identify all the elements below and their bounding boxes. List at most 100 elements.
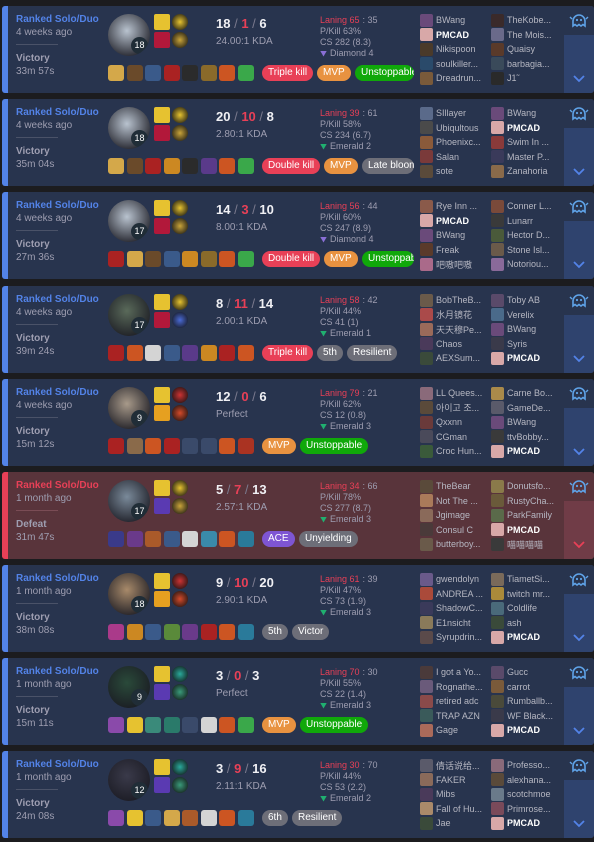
chevron-down-icon[interactable] bbox=[573, 168, 585, 176]
participant[interactable]: scotchmoe bbox=[491, 787, 561, 801]
item-slot[interactable] bbox=[200, 65, 217, 81]
item-slot[interactable] bbox=[126, 810, 143, 826]
participant[interactable]: barbagia... bbox=[491, 57, 561, 71]
participant[interactable]: Freak bbox=[420, 243, 490, 257]
summoner-spell-icon[interactable] bbox=[154, 387, 170, 403]
participant[interactable]: Croc Hun... bbox=[420, 444, 490, 458]
ghost-tag-icon[interactable] bbox=[569, 105, 589, 123]
summoner-spell-icon[interactable] bbox=[154, 759, 170, 775]
item-slot[interactable] bbox=[182, 438, 198, 454]
chevron-down-icon[interactable] bbox=[573, 75, 585, 83]
item-slot[interactable] bbox=[108, 624, 124, 640]
item-slot[interactable] bbox=[163, 717, 180, 733]
item-slot[interactable] bbox=[126, 438, 143, 454]
ghost-tag-icon[interactable] bbox=[569, 292, 589, 310]
summoner-spell-icon[interactable] bbox=[154, 14, 170, 30]
participant[interactable]: Jae bbox=[420, 816, 490, 830]
item-slot[interactable] bbox=[182, 717, 198, 733]
participant[interactable]: ParkFamily bbox=[491, 508, 561, 522]
champion-portrait[interactable]: 9 bbox=[108, 387, 150, 429]
participant[interactable]: soulkiller... bbox=[420, 57, 490, 71]
summoner-spell-icon[interactable] bbox=[154, 480, 170, 496]
item-slot[interactable] bbox=[237, 717, 254, 733]
participant[interactable]: BWang bbox=[491, 415, 561, 429]
rune-icon[interactable] bbox=[172, 666, 188, 682]
participant[interactable]: PMCAD bbox=[491, 444, 561, 458]
chevron-down-icon[interactable] bbox=[573, 634, 585, 642]
item-slot[interactable] bbox=[108, 717, 124, 733]
item-slot[interactable] bbox=[108, 158, 124, 174]
participant[interactable]: Donutsfo... bbox=[491, 479, 561, 493]
item-slot[interactable] bbox=[145, 345, 161, 361]
participant[interactable]: alexhana... bbox=[491, 773, 561, 787]
participant[interactable]: 天天穆Pe... bbox=[420, 322, 490, 336]
item-slot[interactable] bbox=[145, 810, 161, 826]
item-slot[interactable] bbox=[126, 158, 143, 174]
item-slot[interactable] bbox=[182, 345, 198, 361]
participant[interactable]: E1nsicht bbox=[420, 616, 490, 630]
item-slot[interactable] bbox=[237, 345, 254, 361]
participant[interactable]: Ubiqultous bbox=[420, 121, 490, 135]
participant[interactable]: TRAP AZN bbox=[420, 709, 490, 723]
item-slot[interactable] bbox=[182, 251, 198, 267]
item-slot[interactable] bbox=[126, 531, 143, 547]
item-slot[interactable] bbox=[219, 624, 235, 640]
match-card[interactable]: Ranked Solo/Duo 4 weeks ago Victory 39m 24s… bbox=[2, 286, 594, 373]
participant[interactable]: PMCAD bbox=[491, 523, 561, 537]
rune-icon[interactable] bbox=[172, 387, 188, 403]
champion-portrait[interactable]: 9 bbox=[108, 666, 150, 708]
participant[interactable]: Quaisy bbox=[491, 42, 561, 56]
item-slot[interactable] bbox=[219, 531, 235, 547]
expand-panel[interactable] bbox=[564, 658, 594, 745]
participant[interactable]: The Mois... bbox=[491, 28, 561, 42]
item-slot[interactable] bbox=[182, 624, 198, 640]
summoner-spell-icon[interactable] bbox=[154, 777, 170, 793]
summoner-spell-icon[interactable] bbox=[154, 218, 170, 234]
item-slot[interactable] bbox=[163, 251, 180, 267]
item-slot[interactable] bbox=[108, 65, 124, 81]
participant[interactable]: RustyCha... bbox=[491, 494, 561, 508]
champion-portrait[interactable]: 18 bbox=[108, 14, 150, 56]
chevron-down-icon[interactable] bbox=[573, 261, 585, 269]
item-slot[interactable] bbox=[126, 717, 143, 733]
item-slot[interactable] bbox=[163, 438, 180, 454]
participant[interactable]: Fall of Hu... bbox=[420, 802, 490, 816]
participant[interactable]: SIllayer bbox=[420, 106, 490, 120]
participant[interactable]: BWang bbox=[420, 13, 490, 27]
expand-panel[interactable] bbox=[564, 6, 594, 93]
participant[interactable]: Rognathe... bbox=[420, 680, 490, 694]
participant[interactable]: Nikispoon bbox=[420, 42, 490, 56]
participant[interactable]: Carne Bo... bbox=[491, 386, 561, 400]
item-slot[interactable] bbox=[163, 158, 180, 174]
participant[interactable]: FAKER bbox=[420, 773, 490, 787]
expand-panel[interactable] bbox=[564, 379, 594, 466]
rune-icon[interactable] bbox=[172, 759, 188, 775]
summoner-spell-icon[interactable] bbox=[154, 32, 170, 48]
item-slot[interactable] bbox=[108, 438, 124, 454]
participant[interactable]: twitch mr... bbox=[491, 587, 561, 601]
participant[interactable]: 水月镜花 bbox=[420, 308, 490, 322]
participant[interactable]: Rye Inn ... bbox=[420, 199, 490, 213]
item-slot[interactable] bbox=[182, 531, 198, 547]
match-card[interactable]: Ranked Solo/Duo 4 weeks ago Victory 35m 04s… bbox=[2, 99, 594, 186]
participant[interactable]: Hector D... bbox=[491, 228, 561, 242]
expand-panel[interactable] bbox=[564, 99, 594, 186]
rune-icon[interactable] bbox=[172, 218, 188, 234]
item-slot[interactable] bbox=[163, 624, 180, 640]
participant[interactable]: Gage bbox=[420, 723, 490, 737]
participant[interactable]: J1˜ bbox=[491, 71, 561, 85]
item-slot[interactable] bbox=[200, 251, 217, 267]
participant[interactable]: LL Quees... bbox=[420, 386, 490, 400]
participant[interactable]: GameDe... bbox=[491, 401, 561, 415]
participant[interactable]: gwendolyn bbox=[420, 572, 490, 586]
item-slot[interactable] bbox=[108, 251, 124, 267]
rune-icon[interactable] bbox=[172, 32, 188, 48]
item-slot[interactable] bbox=[200, 438, 217, 454]
participant[interactable]: Jgimage bbox=[420, 508, 490, 522]
item-slot[interactable] bbox=[200, 531, 217, 547]
participant[interactable]: carrot bbox=[491, 680, 561, 694]
item-slot[interactable] bbox=[200, 158, 217, 174]
participant[interactable]: Qxxnn bbox=[420, 415, 490, 429]
participant[interactable]: retired adc bbox=[420, 694, 490, 708]
item-slot[interactable] bbox=[126, 251, 143, 267]
